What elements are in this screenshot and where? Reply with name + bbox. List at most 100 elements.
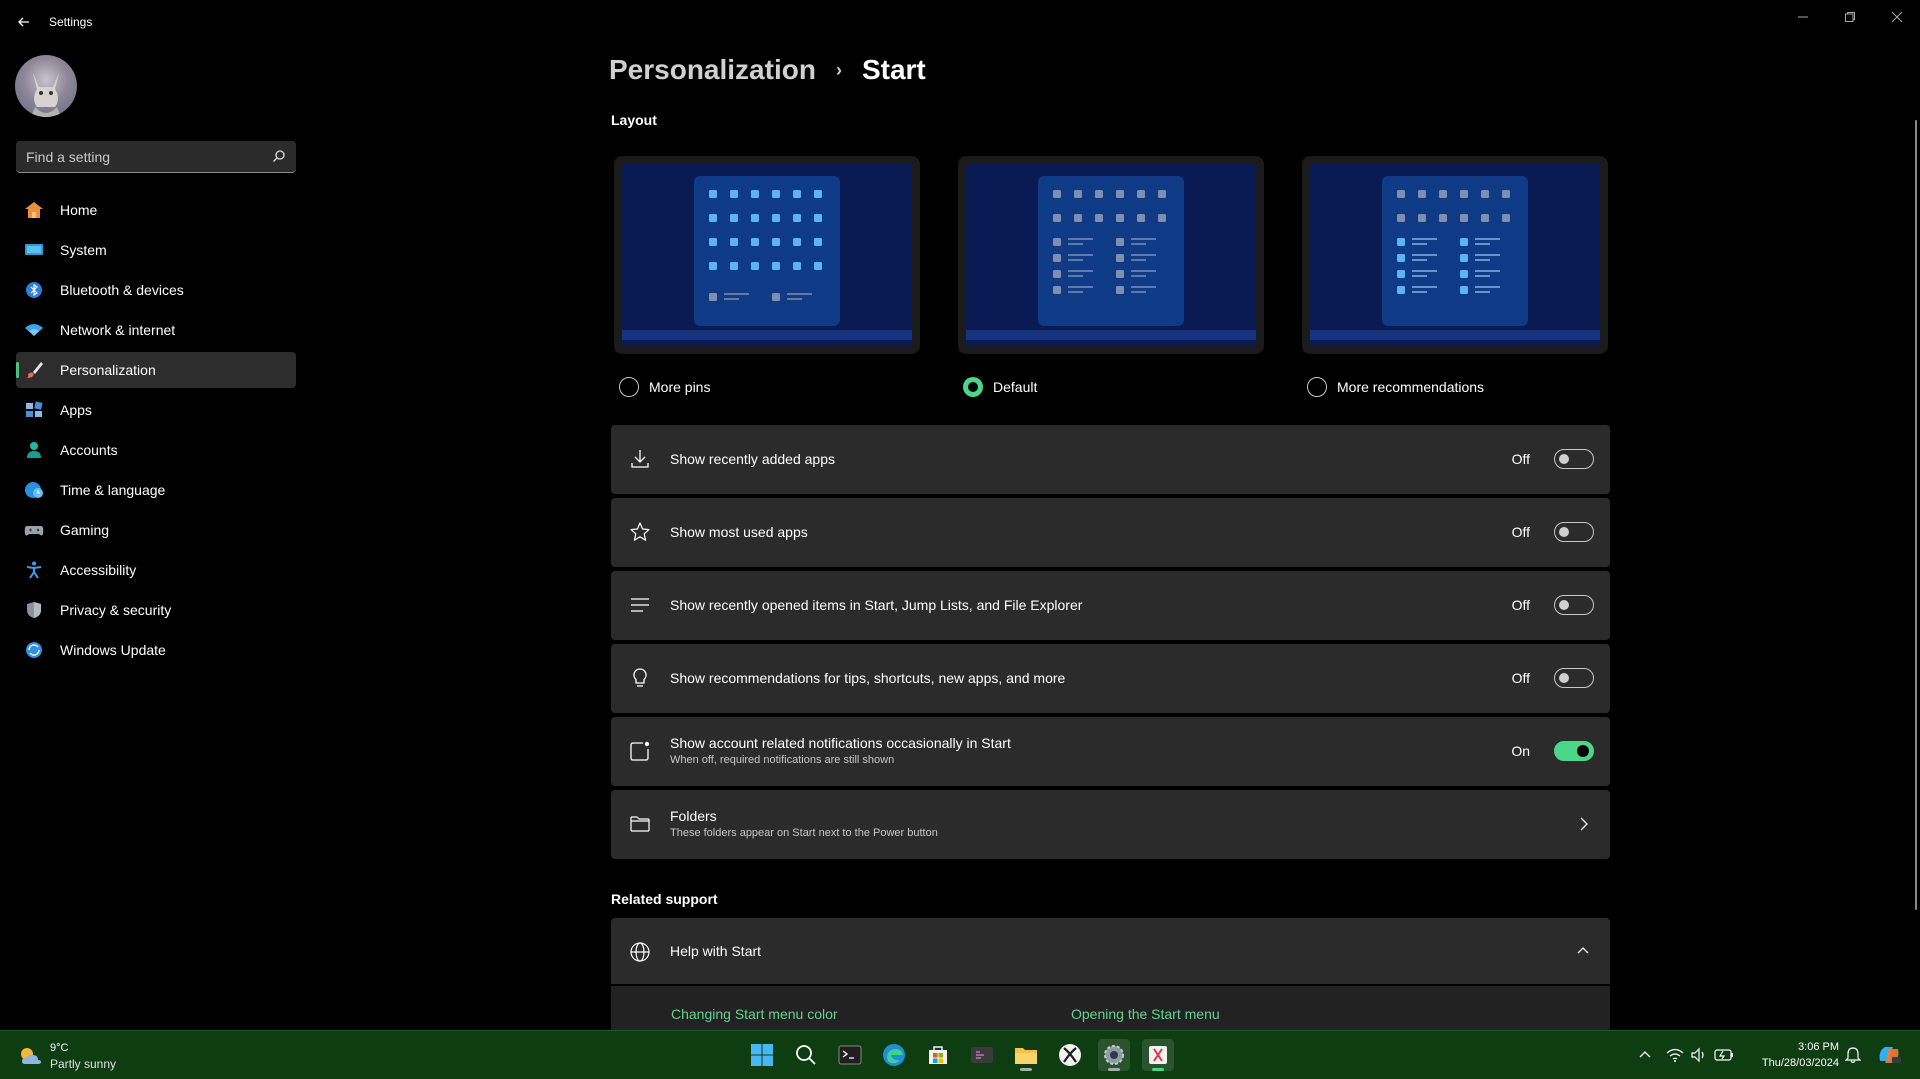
search-input[interactable] <box>26 147 256 167</box>
scrollbar[interactable] <box>1915 120 1917 910</box>
taskbar-search-button[interactable] <box>790 1039 822 1071</box>
sidebar-item-home[interactable]: Home <box>16 192 296 228</box>
wifi-icon[interactable] <box>1666 1047 1684 1063</box>
restore-icon <box>1845 12 1855 22</box>
search-box[interactable] <box>16 141 296 173</box>
start-menu-preview <box>1038 176 1184 326</box>
setting-title: Show recommendations for tips, shortcuts… <box>670 670 1066 686</box>
radio-button[interactable] <box>619 377 639 397</box>
redacted-username <box>80 68 190 108</box>
accessibility-icon <box>26 561 42 579</box>
help-link[interactable]: Changing Start menu color <box>671 1006 838 1022</box>
layout-option-more-recommendations[interactable]: More recommendations <box>1307 377 1484 397</box>
sidebar-item-gaming[interactable]: Gaming <box>16 512 296 548</box>
taskbar-app-store[interactable] <box>922 1039 954 1071</box>
sidebar-item-label: Windows Update <box>60 642 166 658</box>
taskbar-preview <box>1310 330 1600 340</box>
toggle-state: On <box>1511 743 1530 759</box>
taskbar-preview <box>622 330 912 340</box>
volume-icon[interactable] <box>1690 1047 1708 1063</box>
close-button[interactable] <box>1874 4 1920 30</box>
sidebar-item-time-language[interactable]: Time & language <box>16 472 296 508</box>
sidebar-item-system[interactable]: System <box>16 232 296 268</box>
radio-button[interactable] <box>1307 377 1327 397</box>
toggle-switch[interactable] <box>1554 449 1594 469</box>
start-menu-preview-graphic <box>1053 190 1166 294</box>
toggle-switch-on[interactable] <box>1554 741 1594 761</box>
chevron-up-icon[interactable] <box>1638 1048 1652 1060</box>
taskbar-app-snipping-tool[interactable] <box>1142 1039 1174 1071</box>
taskbar-app-terminal[interactable] <box>834 1039 866 1071</box>
minimize-button[interactable] <box>1780 4 1826 30</box>
breadcrumb-parent[interactable]: Personalization <box>609 54 816 86</box>
layout-preview-screen <box>1310 164 1600 346</box>
start-menu-preview-graphic <box>709 190 822 301</box>
sidebar-nav: Home System Bluetooth & devices Network … <box>16 192 296 672</box>
layout-option-more-pins[interactable]: More pins <box>619 377 710 397</box>
layout-preview-screen <box>966 164 1256 346</box>
shield-icon <box>27 602 41 618</box>
apps-icon <box>26 401 43 417</box>
sidebar-item-bluetooth[interactable]: Bluetooth & devices <box>16 272 296 308</box>
close-icon <box>1891 11 1903 23</box>
taskbar-preview <box>966 330 1256 340</box>
layout-card-more-recommendations[interactable] <box>1302 156 1608 354</box>
taskbar-app-dev-home[interactable] <box>966 1039 998 1071</box>
sidebar-item-label: Time & language <box>60 482 166 498</box>
setting-title: Show recently added apps <box>670 451 835 467</box>
help-link[interactable]: Opening the Start menu <box>1071 1006 1220 1022</box>
taskbar-app-file-explorer[interactable] <box>1010 1039 1042 1071</box>
radio-button-selected[interactable] <box>963 377 983 397</box>
sidebar-item-apps[interactable]: Apps <box>16 392 296 428</box>
toggle-switch[interactable] <box>1554 595 1594 615</box>
taskbar-app-xbox[interactable] <box>1054 1039 1086 1071</box>
sidebar-item-privacy-security[interactable]: Privacy & security <box>16 592 296 628</box>
avatar[interactable] <box>15 55 77 117</box>
setting-account-notifications: Show account related notifications occas… <box>611 717 1610 786</box>
setting-title: Show recently opened items in Start, Jum… <box>670 597 1083 613</box>
related-support-heading: Related support <box>611 891 718 907</box>
wifi-icon <box>25 324 43 336</box>
restore-button[interactable] <box>1827 4 1873 30</box>
setting-show-recommendations: Show recommendations for tips, shortcuts… <box>611 644 1610 713</box>
taskbar-app-settings[interactable] <box>1098 1039 1130 1071</box>
layout-option-default[interactable]: Default <box>963 377 1037 397</box>
file-explorer-icon <box>1015 1048 1037 1064</box>
weather-temperature: 9°C <box>50 1042 69 1054</box>
copilot-icon[interactable] <box>1876 1043 1902 1067</box>
notification-icon <box>630 741 650 761</box>
taskbar-start-button[interactable] <box>746 1039 778 1071</box>
setting-show-recently-added-apps: Show recently added apps Off <box>611 425 1610 494</box>
toggle-switch[interactable] <box>1554 668 1594 688</box>
globe-clock-icon <box>25 482 43 498</box>
weather-description: Partly sunny <box>50 1057 117 1071</box>
sidebar-item-network[interactable]: Network & internet <box>16 312 296 348</box>
search-icon[interactable] <box>272 149 286 163</box>
battery-charging-icon[interactable] <box>1714 1048 1734 1062</box>
cat-avatar-image <box>31 73 61 117</box>
sidebar-item-accounts[interactable]: Accounts <box>16 432 296 468</box>
store-icon <box>929 1046 947 1064</box>
taskbar-app-edge[interactable] <box>878 1039 910 1071</box>
terminal-icon <box>838 1045 862 1065</box>
sidebar-item-personalization[interactable]: Personalization <box>16 352 296 388</box>
setting-subtitle: These folders appear on Start next to th… <box>670 827 938 839</box>
search-icon <box>796 1045 816 1065</box>
toggle-switch[interactable] <box>1554 522 1594 542</box>
layout-card-more-pins[interactable] <box>614 156 920 354</box>
sidebar-item-accessibility[interactable]: Accessibility <box>16 552 296 588</box>
back-button[interactable] <box>14 12 34 32</box>
layout-card-default[interactable] <box>958 156 1264 354</box>
help-with-start-expander[interactable]: Help with Start <box>611 918 1610 984</box>
download-icon <box>631 450 649 468</box>
setting-folders[interactable]: Folders These folders appear on Start ne… <box>611 790 1610 859</box>
windows-start-icon <box>751 1044 773 1066</box>
chevron-up-icon[interactable] <box>1576 944 1590 956</box>
person-icon <box>27 442 41 458</box>
toggle-state: Off <box>1511 597 1530 613</box>
sidebar-item-windows-update[interactable]: Windows Update <box>16 632 296 668</box>
notification-bell-icon[interactable] <box>1845 1046 1861 1064</box>
clock-date: Thu/28/03/2024 <box>1761 1057 1839 1069</box>
running-indicator <box>1020 1068 1032 1071</box>
radio-label: Default <box>993 379 1038 395</box>
